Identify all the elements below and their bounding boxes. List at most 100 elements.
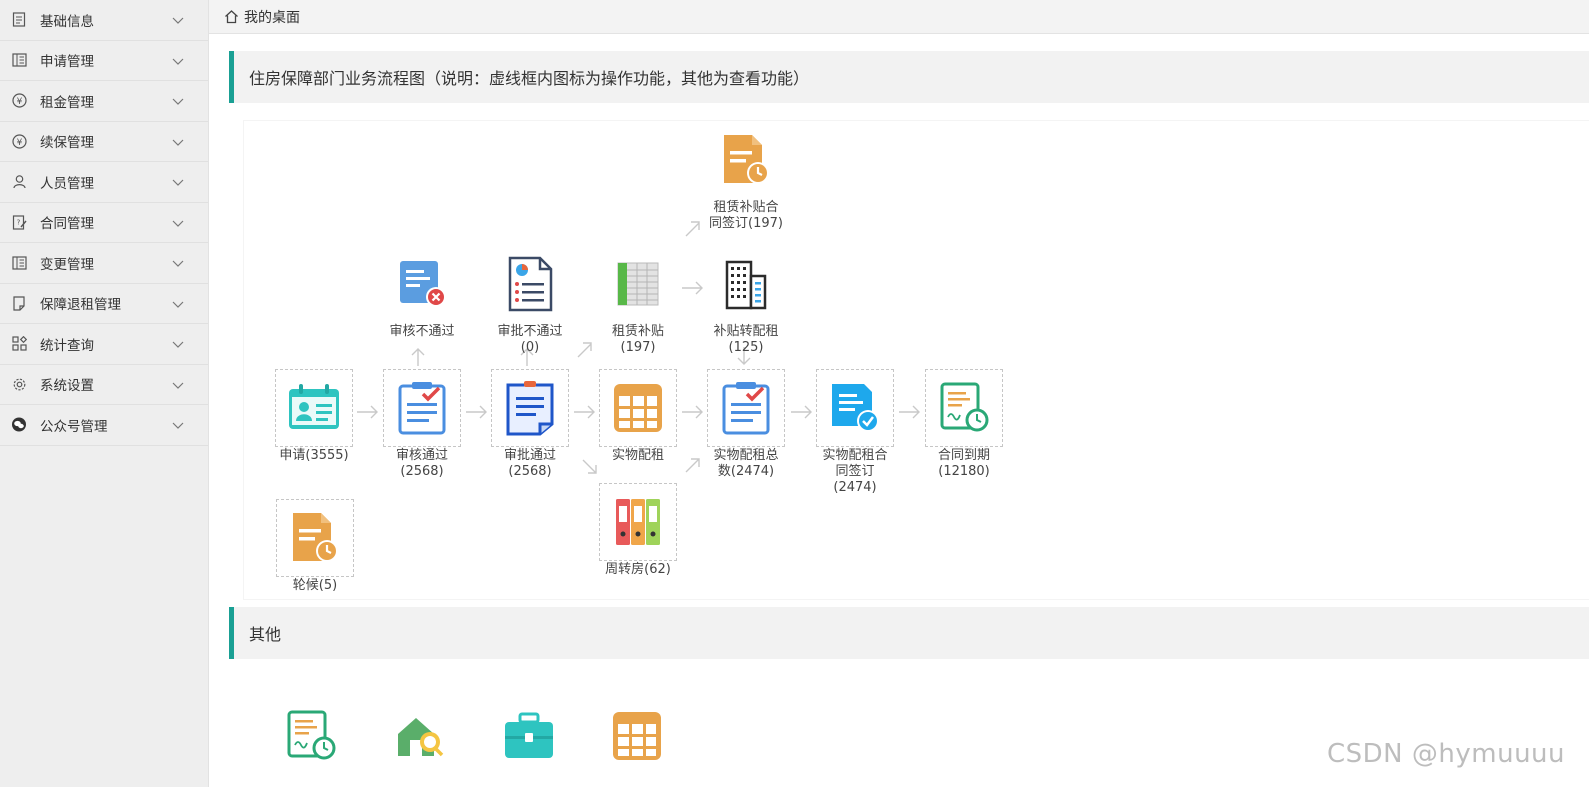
other-section-title: 其他 (229, 607, 1589, 659)
node-count: (2474) (833, 480, 877, 495)
flow-node-subsidy-to-physical: 补贴转配租 (125) (706, 245, 786, 355)
other-contract-button[interactable] (285, 710, 337, 762)
flow-node-physical-total: 实物配租总 数(2474) (706, 369, 786, 479)
node-label: 周转房(62) (605, 562, 671, 577)
turnover-button[interactable] (599, 483, 677, 561)
sidebar-item-renewal[interactable]: ¥ 续保管理 (0, 122, 208, 162)
rent-subsidy-icon-box (599, 245, 677, 323)
arrow-right (899, 405, 920, 419)
sidebar-item-settings[interactable]: 系统设置 (0, 365, 208, 405)
arrow-right (574, 405, 595, 419)
node-label: 实物配租总 (713, 448, 779, 463)
sidebar-item-label: 合同管理 (40, 216, 94, 233)
waiting-button[interactable] (276, 499, 354, 577)
sidebar-item-apply[interactable]: 申请管理 (0, 41, 208, 81)
node-label: 实物配租合 (822, 448, 888, 463)
binders-icon (616, 499, 660, 545)
node-label: 申请(3555) (279, 448, 349, 463)
sidebar-item-rent[interactable]: ¥ 租金管理 (0, 81, 208, 122)
doc-clock-icon (724, 135, 769, 184)
checklist-icon (398, 382, 446, 435)
user-icon (10, 173, 28, 191)
other-grid-button[interactable] (611, 710, 663, 762)
table-grid-icon (613, 712, 661, 760)
node-count: (2568) (400, 464, 444, 479)
node-count: (197) (620, 340, 656, 355)
flow-diagram: 申请(3555) 审核通过 (2568) 审批通过 (2568) 实物配租 实物… (244, 121, 1589, 599)
node-label: 审核通过 (395, 448, 448, 463)
chevron-down-icon (172, 17, 184, 24)
flow-arrows (357, 221, 920, 474)
physical-rent-button[interactable] (599, 369, 677, 447)
sidebar-item-label: 系统设置 (40, 378, 94, 395)
sidebar-item-contract[interactable]: ? 合同管理 (0, 203, 208, 243)
subsidy-to-physical-icon-box (707, 245, 785, 323)
sidebar-item-label: 保障退租管理 (40, 297, 121, 314)
grid-icon (10, 335, 28, 353)
svg-text:?: ? (16, 218, 20, 226)
flow-section-title: 住房保障部门业务流程图（说明：虚线框内图标为操作功能，其他为查看功能） (229, 51, 1589, 103)
clipboard-icon (506, 381, 554, 436)
chevron-down-icon (172, 341, 184, 348)
doc-check-icon (832, 384, 879, 432)
chevron-down-icon (172, 382, 184, 389)
sidebar-item-label: 续保管理 (40, 135, 94, 152)
gear-icon (10, 375, 28, 393)
flow-node-waiting: 轮候(5) (275, 499, 355, 593)
sidebar-item-personnel[interactable]: 人员管理 (0, 162, 208, 203)
sidebar-item-statistics[interactable]: 统计查询 (0, 324, 208, 365)
audit-fail-icon-box (383, 245, 461, 323)
flow-node-physical-rent: 实物配租 (598, 369, 678, 463)
flow-node-approve-fail: 审批不通过 (0) (490, 245, 570, 355)
chevron-down-icon (172, 260, 184, 267)
node-label: 租赁补贴合 (713, 200, 779, 215)
flow-node-audit-fail: 审核不通过 (382, 245, 462, 339)
flow-node-subsidy-sign: 租赁补贴合 同签订(197) (706, 121, 786, 231)
table-grid-icon (614, 384, 662, 432)
sidebar-item-label: 基础信息 (40, 13, 94, 30)
top-tab-bar: 我的桌面 (209, 0, 1589, 34)
node-label: 实物配租 (611, 448, 664, 463)
arrow-right (682, 405, 703, 419)
sidebar-item-wechat[interactable]: 公众号管理 (0, 405, 208, 446)
arrow-right (682, 281, 703, 295)
flow-node-rent-subsidy: 租赁补贴 (197) (598, 245, 678, 355)
arrow-up-right (685, 221, 700, 237)
arrow-right (357, 405, 378, 419)
contract-expire-button[interactable] (925, 369, 1003, 447)
node-count: (12180) (938, 464, 990, 479)
node-label: 审批不通过 (497, 324, 563, 339)
arrow-right (791, 405, 812, 419)
sidebar-item-checkout[interactable]: 保障退租管理 (0, 284, 208, 324)
chevron-down-icon (172, 179, 184, 186)
other-house-search-button[interactable] (394, 710, 446, 762)
node-count: 数(2474) (717, 464, 775, 479)
physical-sign-button[interactable] (816, 369, 894, 447)
sidebar-item-change[interactable]: 变更管理 (0, 243, 208, 284)
node-count: 同签订(197) (709, 216, 783, 231)
arrow-up-right (685, 458, 700, 473)
approve-pass-button[interactable] (491, 369, 569, 447)
desktop-tab[interactable]: 我的桌面 (244, 7, 300, 27)
apply-button[interactable] (275, 369, 353, 447)
physical-total-button[interactable] (707, 369, 785, 447)
node-count: (2568) (508, 464, 552, 479)
flow-node-approve-pass: 审批通过 (2568) (490, 369, 570, 479)
id-card-icon (289, 384, 339, 429)
node-label: 补贴转配租 (713, 324, 779, 339)
flow-node-contract-expire: 合同到期 (12180) (924, 369, 1004, 479)
chevron-down-icon (172, 301, 184, 308)
contract-clock-icon (940, 382, 989, 432)
toolbox-icon (505, 712, 553, 758)
chevron-down-icon (172, 220, 184, 227)
spreadsheet-icon (617, 262, 659, 306)
contract-clock-icon (287, 710, 336, 760)
wechat-icon (10, 416, 28, 434)
sidebar-item-label: 人员管理 (40, 175, 94, 192)
other-toolbox-button[interactable] (503, 710, 555, 762)
sidebar-item-label: 公众号管理 (40, 418, 108, 435)
flow-node-physical-sign: 实物配租合 同签订 (2474) (815, 369, 895, 495)
house-search-icon (398, 718, 444, 757)
sidebar-item-basic-info[interactable]: 基础信息 (0, 0, 208, 41)
audit-pass-button[interactable] (383, 369, 461, 447)
